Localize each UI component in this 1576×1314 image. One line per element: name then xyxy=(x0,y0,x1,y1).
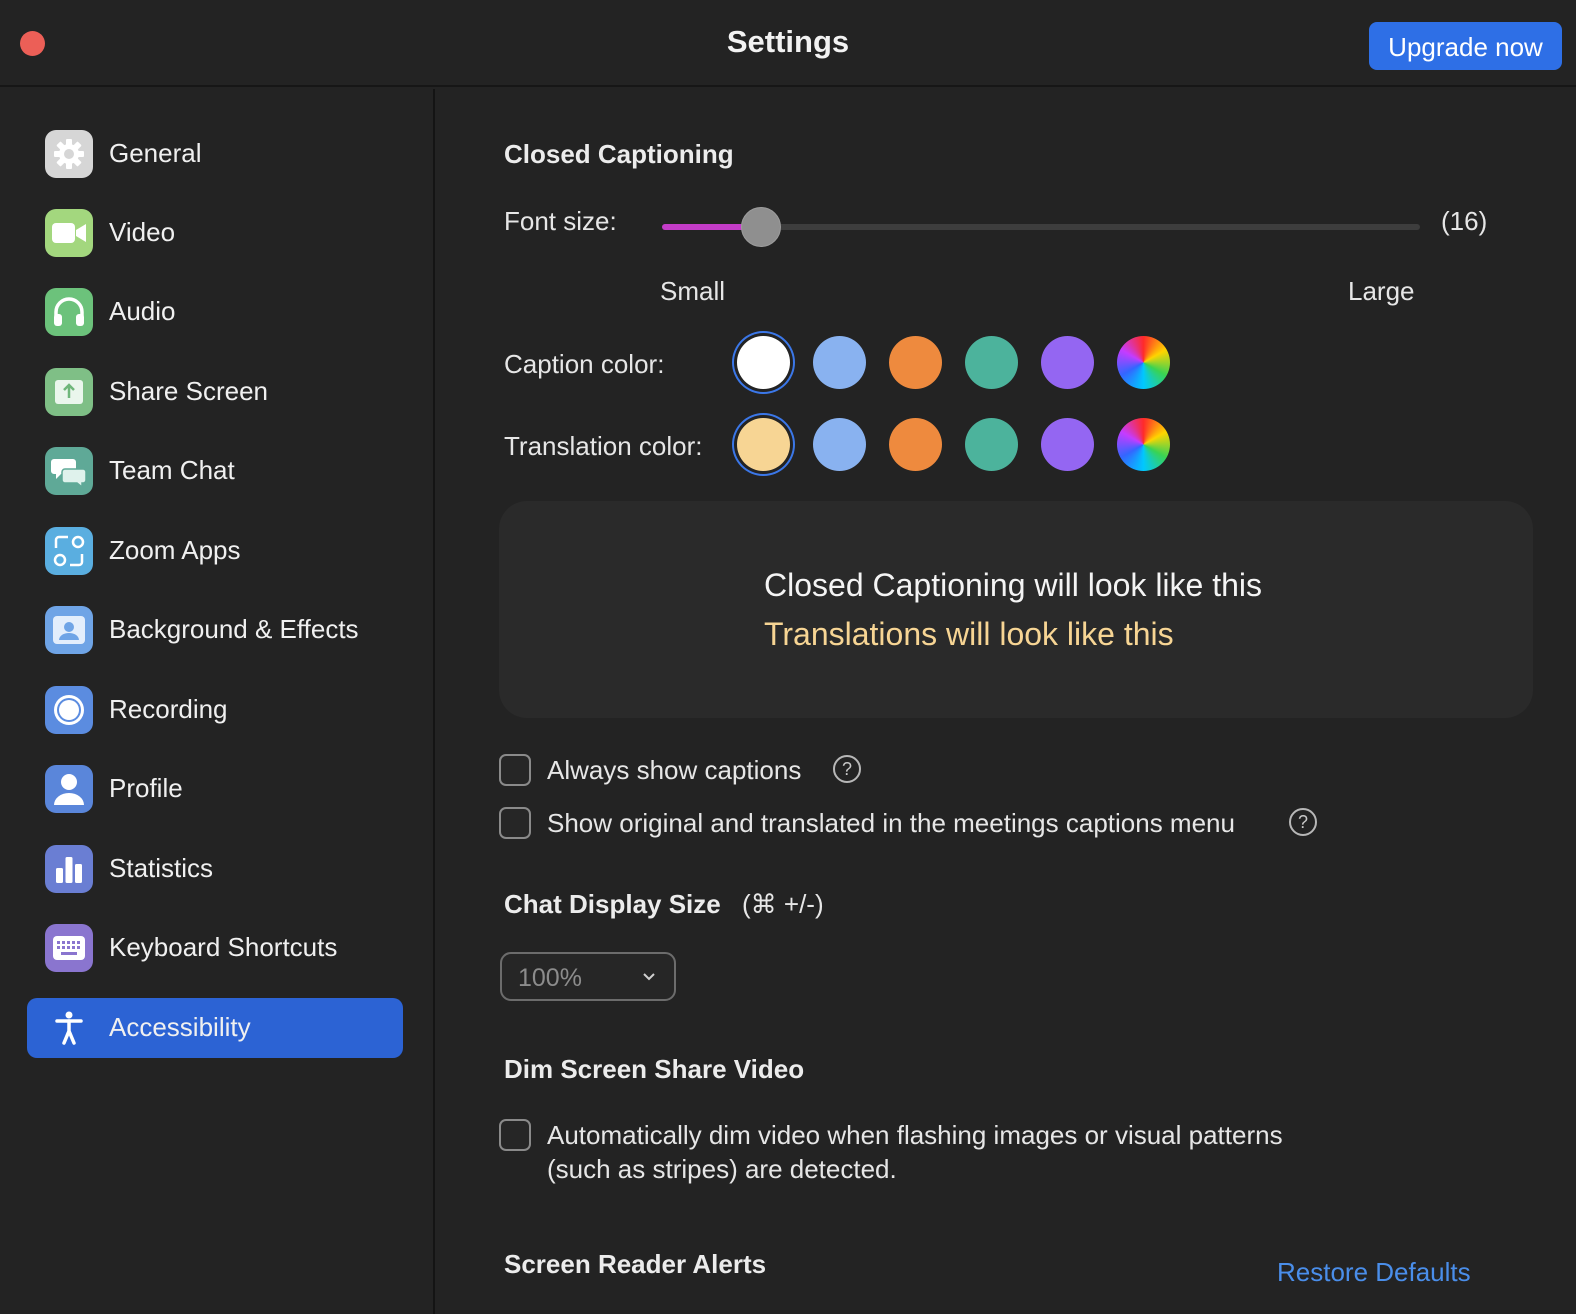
upgrade-now-button[interactable]: Upgrade now xyxy=(1369,22,1562,70)
always-show-captions-checkbox[interactable] xyxy=(499,754,531,786)
auto-dim-video-label-line1: Automatically dim video when flashing im… xyxy=(547,1120,1283,1150)
sidebar-item-audio[interactable]: Audio xyxy=(27,282,403,342)
chat-display-size-select[interactable]: 100% xyxy=(500,952,676,1001)
caption-color-swatch[interactable] xyxy=(813,336,866,389)
settings-sidebar: General Video Audio Share Screen Team Ch… xyxy=(0,89,435,1314)
translation-custom-color-swatch[interactable] xyxy=(1117,418,1170,471)
sidebar-item-recording[interactable]: Recording xyxy=(27,680,403,740)
caption-color-swatch[interactable] xyxy=(737,336,790,389)
headphones-icon xyxy=(45,288,93,336)
translation-color-swatch[interactable] xyxy=(965,418,1018,471)
show-original-translated-label: Show original and translated in the meet… xyxy=(547,808,1235,838)
sidebar-item-statistics[interactable]: Statistics xyxy=(27,839,403,899)
dim-screen-share-heading: Dim Screen Share Video xyxy=(504,1054,805,1084)
person-icon xyxy=(45,765,93,813)
sidebar-item-label: Audio xyxy=(109,296,176,326)
translation-color-swatch[interactable] xyxy=(737,418,790,471)
sidebar-item-zoom-apps[interactable]: Zoom Apps xyxy=(27,521,403,581)
sidebar-item-accessibility[interactable]: Accessibility xyxy=(27,998,403,1058)
sidebar-item-share-screen[interactable]: Share Screen xyxy=(27,362,403,422)
settings-content: Closed Captioning Font size: (16) Small … xyxy=(437,89,1576,1314)
translation-preview-text: Translations will look like this xyxy=(764,616,1174,652)
sidebar-item-team-chat[interactable]: Team Chat xyxy=(27,441,403,501)
show-original-translated-checkbox[interactable] xyxy=(499,807,531,839)
sidebar-item-label: Team Chat xyxy=(109,455,235,485)
sidebar-item-label: Profile xyxy=(109,773,183,803)
auto-dim-video-label-line2: (such as stripes) are detected. xyxy=(547,1154,897,1184)
person-background-icon xyxy=(45,606,93,654)
translation-color-label: Translation color: xyxy=(504,431,703,461)
window-title: Settings xyxy=(726,24,850,59)
caption-color-label: Caption color: xyxy=(504,349,665,379)
font-size-small-label: Small xyxy=(660,276,726,306)
share-screen-icon xyxy=(45,368,93,416)
keyboard-icon xyxy=(45,924,93,972)
caption-color-swatch[interactable] xyxy=(1041,336,1094,389)
caption-color-swatch[interactable] xyxy=(889,336,942,389)
record-icon xyxy=(45,686,93,734)
sidebar-item-background-effects[interactable]: Background & Effects xyxy=(27,600,403,660)
apps-icon xyxy=(45,527,93,575)
gear-icon xyxy=(45,130,93,178)
font-size-label: Font size: xyxy=(504,206,617,236)
caption-custom-color-swatch[interactable] xyxy=(1117,336,1170,389)
sidebar-item-label: Background & Effects xyxy=(109,614,359,644)
sidebar-item-keyboard-shortcuts[interactable]: Keyboard Shortcuts xyxy=(27,918,403,978)
chat-display-size-value: 100% xyxy=(518,964,582,992)
translation-color-swatch[interactable] xyxy=(889,418,942,471)
bar-chart-icon xyxy=(45,845,93,893)
auto-dim-video-checkbox[interactable] xyxy=(499,1119,531,1151)
sidebar-item-label: Accessibility xyxy=(109,1012,251,1042)
sidebar-item-video[interactable]: Video xyxy=(27,203,403,263)
sidebar-item-label: Zoom Apps xyxy=(109,535,241,565)
closed-captioning-heading: Closed Captioning xyxy=(504,139,734,169)
chat-display-shortcut: (⌘ +/-) xyxy=(742,889,824,919)
chevron-down-icon xyxy=(642,962,656,997)
always-show-captions-label: Always show captions xyxy=(547,755,802,785)
chat-display-size-heading: Chat Display Size xyxy=(504,889,721,919)
font-size-value: (16) xyxy=(1441,206,1488,236)
sidebar-item-profile[interactable]: Profile xyxy=(27,759,403,819)
accessibility-icon xyxy=(45,1004,93,1052)
sidebar-item-label: Statistics xyxy=(109,853,214,883)
sidebar-item-general[interactable]: General xyxy=(27,124,403,184)
video-camera-icon xyxy=(45,209,93,257)
translation-color-swatch[interactable] xyxy=(1041,418,1094,471)
sidebar-item-label: Recording xyxy=(109,694,228,724)
sidebar-item-label: General xyxy=(109,138,202,168)
font-size-slider-thumb[interactable] xyxy=(740,207,781,247)
chat-bubbles-icon xyxy=(45,447,93,495)
restore-defaults-link[interactable]: Restore Defaults xyxy=(1277,1257,1471,1288)
help-icon[interactable]: ? xyxy=(833,755,861,783)
title-bar: Settings Upgrade now xyxy=(0,0,1576,87)
caption-preview-text: Closed Captioning will look like this xyxy=(764,567,1263,603)
sidebar-item-label: Keyboard Shortcuts xyxy=(109,932,338,962)
screen-reader-alerts-heading: Screen Reader Alerts xyxy=(504,1249,767,1279)
caption-preview-box: Closed Captioning will look like this Tr… xyxy=(499,501,1533,718)
sidebar-item-label: Video xyxy=(109,217,176,247)
help-icon[interactable]: ? xyxy=(1289,808,1317,836)
font-size-large-label: Large xyxy=(1348,276,1415,306)
sidebar-item-label: Share Screen xyxy=(109,376,268,406)
caption-color-swatch[interactable] xyxy=(965,336,1018,389)
translation-color-swatch[interactable] xyxy=(813,418,866,471)
